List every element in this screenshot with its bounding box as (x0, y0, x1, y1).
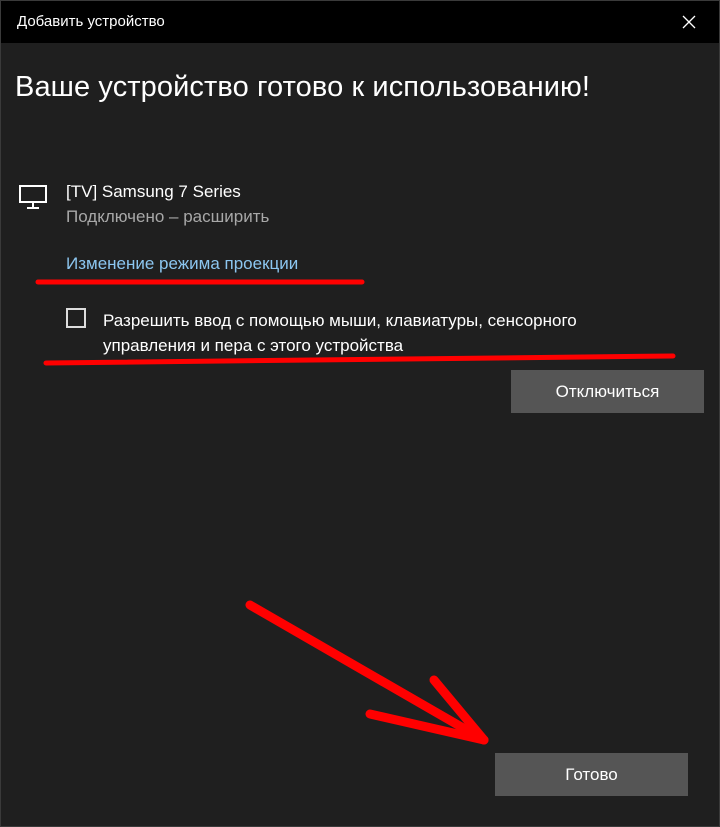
done-button[interactable]: Готово (495, 753, 688, 796)
page-heading: Ваше устройство готово к использованию! (15, 71, 591, 103)
allow-input-checkbox[interactable] (66, 308, 86, 328)
device-status[interactable]: Подключено – расширить (66, 207, 269, 227)
device-name: [TV] Samsung 7 Series (66, 182, 241, 201)
monitor-icon (19, 185, 47, 209)
allow-input-label[interactable]: Разрешить ввод с помощью мыши, клавиатур… (103, 308, 663, 358)
projection-mode-link[interactable]: Изменение режима проекции (66, 254, 298, 274)
title-bar: Добавить устройство (1, 1, 719, 43)
window-title: Добавить устройство (17, 13, 165, 30)
add-device-dialog: Добавить устройство Ваше устройство гото… (0, 0, 720, 827)
close-icon (682, 15, 696, 29)
close-button[interactable] (659, 1, 719, 43)
disconnect-button[interactable]: Отключиться (511, 370, 704, 413)
